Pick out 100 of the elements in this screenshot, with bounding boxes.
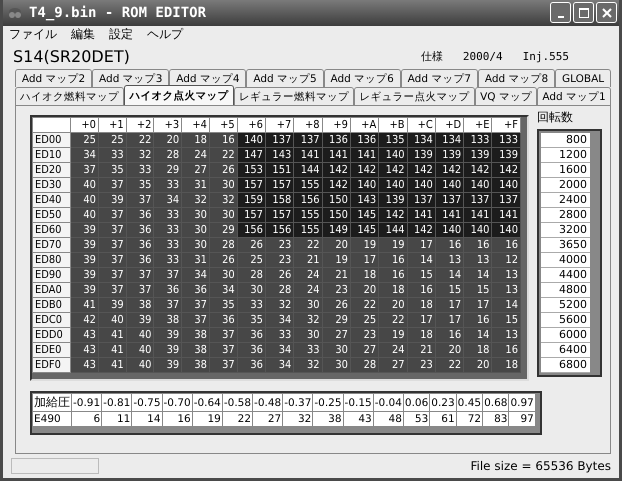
table-cell[interactable]: 32: [265, 298, 294, 312]
table-cell[interactable]: 16: [407, 282, 436, 298]
table-cell[interactable]: 156: [237, 222, 266, 238]
table-cell[interactable]: 39: [70, 268, 98, 282]
table-cell[interactable]: 26: [209, 162, 238, 178]
table-cell[interactable]: 40: [98, 312, 126, 328]
table-cell[interactable]: 141: [350, 148, 379, 162]
table-cell[interactable]: 14: [464, 328, 492, 342]
table-cell[interactable]: 142: [407, 162, 436, 178]
table-cell[interactable]: 31: [182, 252, 210, 268]
table-cell[interactable]: 145: [350, 222, 379, 238]
table-cell[interactable]: 34: [70, 148, 98, 162]
table-cell[interactable]: 40: [70, 192, 98, 208]
table-cell[interactable]: 29: [209, 222, 238, 238]
table-cell[interactable]: 33: [126, 162, 154, 178]
table-cell[interactable]: 14: [132, 412, 162, 426]
table-cell[interactable]: 15: [492, 312, 520, 328]
table-cell[interactable]: 61: [430, 412, 456, 426]
table-cell[interactable]: 12: [492, 252, 520, 268]
table-cell[interactable]: 37: [98, 268, 126, 282]
table-cell[interactable]: 26: [265, 268, 294, 282]
table-cell[interactable]: 137: [464, 192, 492, 208]
table-cell[interactable]: 14: [407, 252, 436, 268]
table-cell[interactable]: 141: [294, 148, 322, 162]
table-cell[interactable]: 13: [435, 252, 464, 268]
table-cell[interactable]: 36: [126, 238, 154, 252]
table-cell[interactable]: 141: [492, 208, 520, 222]
table-cell[interactable]: 155: [294, 222, 322, 238]
table-cell[interactable]: 27: [182, 162, 210, 178]
table-cell[interactable]: 13: [492, 268, 520, 282]
table-cell[interactable]: 141: [407, 208, 436, 222]
table-cell[interactable]: 33: [154, 252, 182, 268]
table-cell[interactable]: 43: [70, 342, 98, 358]
table-cell[interactable]: 30: [209, 268, 238, 282]
table-cell[interactable]: 30: [209, 178, 238, 192]
table-cell[interactable]: 32: [126, 148, 154, 162]
table-cell[interactable]: 137: [435, 192, 464, 208]
table-cell[interactable]: 18: [407, 298, 436, 312]
table-cell[interactable]: 157: [237, 178, 266, 192]
table-cell[interactable]: 35: [209, 298, 238, 312]
table-cell[interactable]: 28: [265, 282, 294, 298]
table-cell[interactable]: 13: [492, 282, 520, 298]
table-cell[interactable]: 39: [98, 192, 126, 208]
table-cell[interactable]: 38: [182, 342, 210, 358]
table-cell[interactable]: 22: [222, 412, 253, 426]
table-cell[interactable]: 36: [182, 282, 210, 298]
table-cell[interactable]: 32: [182, 192, 210, 208]
table-cell[interactable]: 153: [237, 162, 266, 178]
table-cell[interactable]: 6: [72, 412, 102, 426]
table-cell[interactable]: 37: [70, 162, 98, 178]
table-cell[interactable]: 36: [154, 282, 182, 298]
tab[interactable]: VQ マップ: [474, 87, 538, 105]
table-cell[interactable]: 43: [343, 412, 374, 426]
table-cell[interactable]: 36: [237, 358, 266, 372]
tab[interactable]: レギュラー燃料マップ: [234, 87, 354, 105]
table-cell[interactable]: 16: [435, 328, 464, 342]
table-cell[interactable]: 39: [70, 222, 98, 238]
table-cell[interactable]: 37: [98, 238, 126, 252]
table-cell[interactable]: 22: [126, 132, 154, 148]
table-cell[interactable]: 25: [237, 252, 266, 268]
table-cell[interactable]: 16: [464, 312, 492, 328]
table-cell[interactable]: 19: [378, 238, 408, 252]
table-cell[interactable]: 16: [162, 412, 192, 426]
table-cell[interactable]: 145: [350, 208, 379, 222]
table-cell[interactable]: 37: [98, 208, 126, 222]
table-cell[interactable]: 140: [435, 222, 464, 238]
table-cell[interactable]: 37: [98, 252, 126, 268]
table-cell[interactable]: 37: [154, 268, 182, 282]
table-cell[interactable]: 24: [294, 282, 322, 298]
table-cell[interactable]: 155: [294, 178, 322, 192]
table-cell[interactable]: 16: [492, 342, 520, 358]
table-cell[interactable]: 149: [322, 222, 350, 238]
table-cell[interactable]: 18: [407, 328, 436, 342]
table-cell[interactable]: 136: [350, 132, 379, 148]
table-cell[interactable]: 25: [350, 312, 379, 328]
table-cell[interactable]: 29: [154, 162, 182, 178]
table-cell[interactable]: 157: [265, 208, 294, 222]
table-cell[interactable]: 137: [407, 192, 436, 208]
table-cell[interactable]: 38: [312, 412, 344, 426]
table-cell[interactable]: 37: [98, 222, 126, 238]
table-cell[interactable]: 18: [464, 342, 492, 358]
tab[interactable]: GLOBAL: [555, 69, 612, 87]
table-cell[interactable]: 21: [407, 342, 436, 358]
table-cell[interactable]: 37: [209, 328, 238, 342]
table-cell[interactable]: 141: [464, 208, 492, 222]
table-cell[interactable]: 22: [378, 312, 408, 328]
table-cell[interactable]: 30: [182, 222, 210, 238]
table-cell[interactable]: 26: [322, 298, 350, 312]
table-cell[interactable]: 18: [182, 132, 210, 148]
table-cell[interactable]: 25: [70, 132, 98, 148]
table-cell[interactable]: 36: [126, 208, 154, 222]
table-cell[interactable]: 137: [492, 192, 520, 208]
table-cell[interactable]: 144: [294, 162, 322, 178]
table-cell[interactable]: 136: [322, 132, 350, 148]
table-cell[interactable]: 33: [154, 238, 182, 252]
table-cell[interactable]: 31: [182, 178, 210, 192]
table-cell[interactable]: 17: [435, 298, 464, 312]
table-cell[interactable]: 39: [154, 328, 182, 342]
table-cell[interactable]: 16: [378, 268, 408, 282]
table-cell[interactable]: 142: [435, 162, 464, 178]
